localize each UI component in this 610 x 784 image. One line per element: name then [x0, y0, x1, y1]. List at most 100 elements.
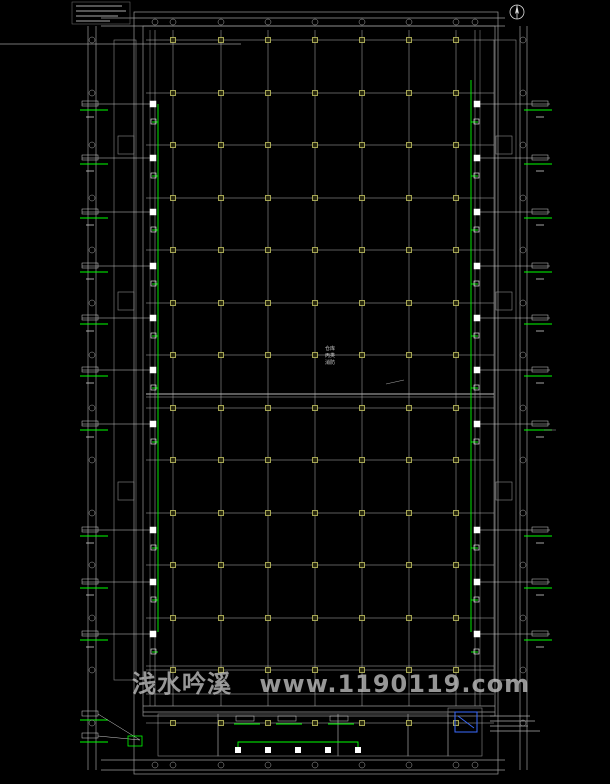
detector-device: [265, 747, 271, 753]
column-marker: [406, 405, 412, 411]
column-marker: [359, 457, 365, 463]
column-marker: [312, 300, 318, 306]
column-marker: [218, 300, 224, 306]
column-marker: [218, 615, 224, 621]
column-marker: [312, 615, 318, 621]
column-marker: [453, 720, 459, 726]
column-marker: [453, 37, 459, 43]
column-marker: [218, 510, 224, 516]
column-marker: [359, 300, 365, 306]
column-marker: [406, 352, 412, 358]
column-marker: [406, 195, 412, 201]
column-marker: [265, 405, 271, 411]
detector-device: [473, 526, 481, 534]
column-marker: [453, 405, 459, 411]
column-marker: [170, 562, 176, 568]
detector-device: [473, 208, 481, 216]
column-marker: [312, 247, 318, 253]
detector-device: [149, 420, 157, 428]
hall-label-line: 丙类: [324, 353, 335, 359]
column-marker: [453, 562, 459, 568]
column-marker: [359, 405, 365, 411]
detector-device: [325, 747, 331, 753]
column-marker: [170, 352, 176, 358]
column-marker: [406, 510, 412, 516]
column-marker: [218, 405, 224, 411]
column-marker: [265, 37, 271, 43]
column-marker: [406, 142, 412, 148]
detector-device: [149, 100, 157, 108]
column-marker: [312, 37, 318, 43]
column-marker: [406, 615, 412, 621]
hall-label-line: 仓库: [324, 346, 335, 352]
column-marker: [312, 457, 318, 463]
detector-device: [149, 630, 157, 638]
column-marker: [359, 195, 365, 201]
detector-device: [149, 208, 157, 216]
column-marker: [406, 457, 412, 463]
column-marker: [170, 720, 176, 726]
column-marker: [453, 615, 459, 621]
hall-label: 仓库 丙类 消防: [318, 346, 342, 367]
column-marker: [312, 195, 318, 201]
column-marker: [453, 510, 459, 516]
detector-device: [235, 747, 241, 753]
column-marker: [359, 720, 365, 726]
column-marker: [312, 562, 318, 568]
column-marker: [265, 720, 271, 726]
column-marker: [170, 195, 176, 201]
detector-device: [149, 366, 157, 374]
column-marker: [453, 300, 459, 306]
column-marker: [218, 195, 224, 201]
column-marker: [312, 510, 318, 516]
hall-label-line: 消防: [324, 360, 335, 366]
column-marker: [359, 90, 365, 96]
column-marker: [359, 247, 365, 253]
column-marker: [170, 615, 176, 621]
detector-device: [473, 314, 481, 322]
column-marker: [359, 37, 365, 43]
column-marker: [312, 720, 318, 726]
detector-device: [473, 420, 481, 428]
column-marker: [359, 510, 365, 516]
column-marker: [265, 615, 271, 621]
column-marker: [312, 405, 318, 411]
watermark: 浅水吟溪 www.1190119.com: [132, 664, 530, 699]
detector-device: [473, 578, 481, 586]
column-marker: [218, 142, 224, 148]
column-marker: [170, 405, 176, 411]
column-marker: [406, 247, 412, 253]
watermark-cn: 浅水吟溪: [132, 670, 232, 698]
column-marker: [359, 562, 365, 568]
column-marker: [359, 615, 365, 621]
column-marker: [359, 352, 365, 358]
column-marker: [406, 300, 412, 306]
column-marker: [218, 457, 224, 463]
detector-device: [149, 526, 157, 534]
column-marker: [265, 510, 271, 516]
detector-device: [473, 100, 481, 108]
column-marker: [265, 142, 271, 148]
column-marker: [218, 247, 224, 253]
detector-device: [149, 578, 157, 586]
column-marker: [453, 352, 459, 358]
column-marker: [170, 300, 176, 306]
detector-device: [473, 630, 481, 638]
column-marker: [406, 90, 412, 96]
column-marker: [265, 562, 271, 568]
column-marker: [265, 457, 271, 463]
column-marker: [265, 90, 271, 96]
column-marker: [265, 195, 271, 201]
column-marker: [453, 142, 459, 148]
column-marker: [170, 37, 176, 43]
column-marker: [218, 720, 224, 726]
column-marker: [218, 90, 224, 96]
column-marker: [453, 90, 459, 96]
column-marker: [218, 352, 224, 358]
column-marker: [312, 90, 318, 96]
detector-device: [149, 314, 157, 322]
column-marker: [359, 142, 365, 148]
column-marker: [453, 457, 459, 463]
column-marker: [453, 247, 459, 253]
detector-device: [149, 262, 157, 270]
